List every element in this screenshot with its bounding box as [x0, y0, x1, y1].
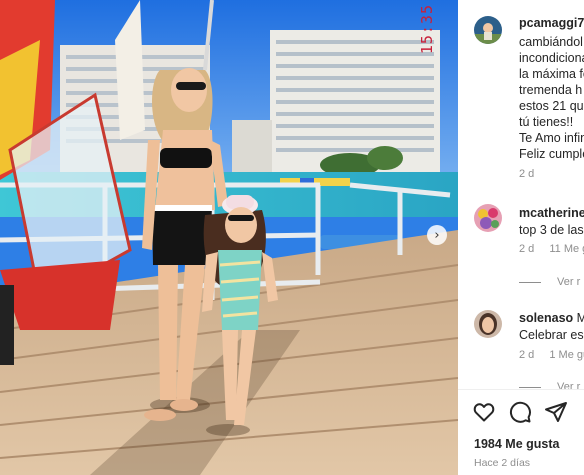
comment-time: 2 d	[519, 168, 535, 180]
comment-username[interactable]: mcatherine	[519, 206, 584, 220]
comment-meta: 2 d 1 Me gu	[519, 349, 584, 361]
comment-line: Feliz cumple	[519, 147, 584, 161]
comment-username-text: solenaso	[519, 311, 574, 325]
comment-line: tú tienes!!	[519, 115, 574, 129]
comments-list[interactable]: pcamaggi7 cambiándol incondiciona la máx…	[458, 0, 584, 390]
avatar-image	[474, 310, 502, 338]
comment-line: la máxima fe	[519, 67, 584, 81]
comment-line: Celebrar esc	[519, 328, 584, 342]
comment-meta: 2 d	[519, 168, 546, 180]
avatar[interactable]	[474, 16, 502, 44]
action-bar	[458, 400, 584, 424]
chevron-right-icon[interactable]: ›	[427, 225, 447, 245]
comment-username[interactable]: solenaso M	[519, 311, 584, 325]
avatar-image	[474, 204, 502, 232]
likes-count[interactable]: 1984 Me gusta	[474, 437, 559, 451]
comment-line: cambiándol	[519, 35, 583, 49]
comment-line: incondiciona	[519, 51, 584, 65]
send-icon[interactable]	[544, 400, 568, 424]
comment-meta: 2 d 11 Me gu	[519, 243, 584, 255]
post-photo[interactable]: 15:35 ›	[0, 0, 458, 475]
avatar[interactable]	[474, 204, 502, 232]
comment-username[interactable]: pcamaggi7	[519, 16, 584, 30]
divider	[458, 389, 584, 390]
view-replies-button[interactable]: Ver r	[519, 276, 580, 288]
comment-icon[interactable]	[508, 400, 532, 424]
comment-line: top 3 de las	[519, 223, 584, 237]
comment-time: 2 d	[519, 243, 535, 255]
heart-icon[interactable]	[472, 400, 496, 424]
post-timestamp: Hace 2 días	[474, 457, 531, 469]
comment-likes[interactable]: 11 Me gu	[549, 243, 584, 255]
comments-panel: pcamaggi7 cambiándol incondiciona la máx…	[458, 0, 584, 475]
comment-time: 2 d	[519, 349, 535, 361]
comment-line: estos 21 qu	[519, 99, 584, 113]
avatar[interactable]	[474, 310, 502, 338]
photo-time-overlay: 15:35	[418, 4, 436, 55]
comment-line: tremenda h	[519, 83, 583, 97]
comment-likes[interactable]: 1 Me gu	[549, 349, 584, 361]
avatar-image	[474, 16, 502, 44]
photo-scene	[0, 0, 458, 475]
comment-line: Te Amo infin	[519, 131, 584, 145]
comment-username-suffix: M	[576, 311, 584, 325]
